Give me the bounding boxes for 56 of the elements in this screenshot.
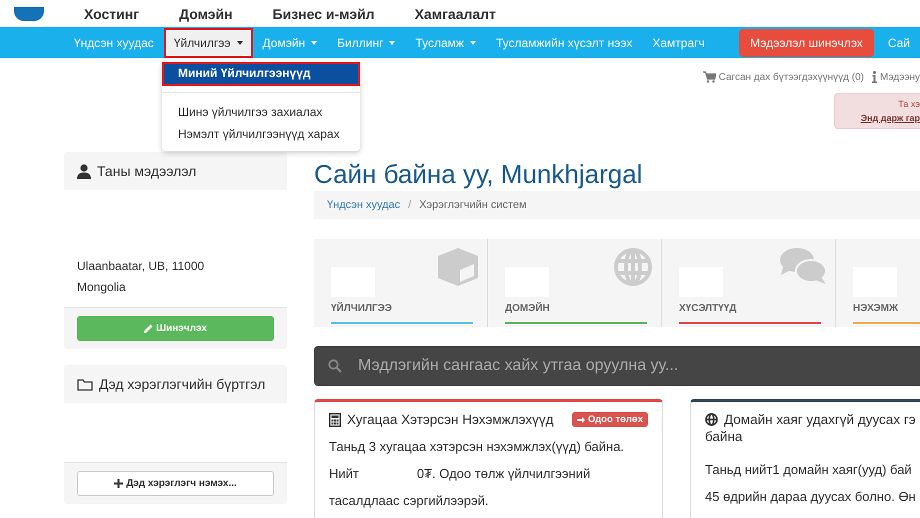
globe-icon — [705, 413, 718, 426]
search-icon — [328, 359, 342, 373]
top-link[interactable]: Сагсан дах бүтээгдэхүүнүүд (0) — [702, 70, 864, 84]
breadcrumb-link[interactable]: Хэрэглэгчийн систем — [419, 199, 527, 211]
logo-shape — [14, 6, 44, 20]
panel-title: Хугацаа Хэтэрсэн Нэхэмжлэхүүд — [347, 412, 554, 427]
stat-tile[interactable]: ХҮСЭЛТҮҮД — [662, 239, 836, 327]
breadcrumb-link[interactable]: Үндсэн хуудас — [327, 199, 400, 211]
panel-text: Таньд нийт1 домайн хаяг(ууд) бай — [705, 462, 913, 477]
globe-icon — [613, 247, 653, 287]
user-icon — [77, 164, 91, 178]
alert-text: Та хэ — [898, 99, 920, 109]
panel-text: Нийт — [329, 466, 359, 481]
calculator-icon — [329, 412, 341, 426]
nav-item[interactable]: Үйлчилгээ — [164, 28, 253, 58]
pencil-icon — [144, 324, 154, 333]
stat-tile[interactable]: ҮЙЛЧИЛГЭЭ — [314, 239, 488, 327]
folder-icon — [77, 378, 93, 390]
search-input[interactable]: Мэдлэгийн сангаас хайх утгаа оруулна уу... — [356, 356, 920, 376]
alert-link[interactable]: Энд дарж гар — [860, 113, 920, 123]
panel-title: Таны мэдээлэл — [97, 163, 196, 179]
panel-text: тасалдлаас сэргийлээрэй. — [329, 493, 490, 508]
panel-text: 0₮. Одоо төлж үйлчилгээний — [416, 466, 590, 481]
panel-button[interactable]: Дэд хэрэглэгч нэмэх... — [77, 471, 274, 496]
panel-text: 45 өдрийн дараа дуусах болно. Өн — [705, 489, 917, 504]
breadcrumb-separator: / — [408, 199, 412, 211]
speech-bubbles-icon — [779, 247, 827, 285]
update-button[interactable]: Мэдээлэл шинэчлэх — [739, 28, 874, 56]
cart-icon — [702, 71, 716, 83]
tile-label: ДОМЭЙН — [505, 303, 551, 314]
panel-text: Таньд 3 хугацаа хэтэрсэн нэхэмжлэх(үүд) байна. — [329, 439, 626, 454]
arrow-icon — [576, 416, 585, 424]
stat-tile[interactable]: ДОМЭЙН — [488, 239, 662, 327]
info-icon — [872, 71, 877, 83]
header-link[interactable]: Хостинг — [84, 6, 140, 22]
cube-icon — [437, 247, 479, 287]
menu-item[interactable]: Миний Үйлчилгээнүүд — [162, 62, 360, 86]
plus-icon — [114, 479, 124, 488]
menu-item[interactable]: Шинэ үйлчилгээ захиалах — [162, 101, 360, 123]
menu-item[interactable]: Нэмэлт үйлчилгээнүүд харах — [162, 123, 360, 145]
tile-label: ҮЙЛЧИЛГЭЭ — [331, 303, 393, 314]
panel-title: Домайн хаяг удахгүй дуусах гэ — [724, 412, 916, 427]
page-title: Сайн байна уу, Munkhjargal — [314, 159, 644, 189]
header-link[interactable]: Хамгаалалт — [414, 6, 496, 22]
header-link[interactable]: Домэйн — [179, 6, 233, 22]
top-link[interactable]: Мэдээну — [872, 70, 920, 84]
pay-now-button[interactable]: Одоо төлөх — [572, 412, 648, 427]
panel-title: Дэд хэрэглэгчийн бүртгэл — [99, 376, 266, 392]
stat-tile[interactable]: НЭХЭМЖ — [836, 239, 920, 327]
panel-title: байна — [705, 429, 744, 444]
address-line: Mongolia — [77, 279, 127, 296]
header-link[interactable]: Бизнес и-мэйл — [272, 6, 375, 22]
tile-label: ХҮСЭЛТҮҮД — [679, 303, 738, 314]
search-field[interactable]: Мэдлэгийн сангаас хайх утгаа оруулна уу... — [314, 346, 920, 386]
tile-label: НЭХЭМЖ — [853, 303, 899, 314]
address-line: Ulaanbaatar, UB, 11000 — [77, 258, 206, 275]
